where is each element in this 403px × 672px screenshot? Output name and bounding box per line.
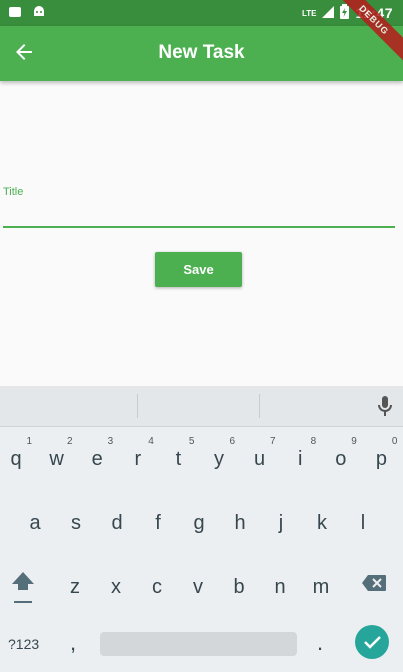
space-bar[interactable] xyxy=(100,632,297,656)
key-label: c xyxy=(152,576,162,598)
microphone-icon[interactable] xyxy=(376,395,394,417)
key-label: t xyxy=(175,448,182,470)
battery-icon xyxy=(340,4,350,22)
key-label: v xyxy=(193,576,203,598)
key-label: e xyxy=(91,448,103,470)
suggestion-divider xyxy=(137,394,138,418)
key-s[interactable]: s xyxy=(56,494,96,542)
key-label: u xyxy=(254,448,266,470)
key-f[interactable]: f xyxy=(138,494,178,542)
key-hint-number: 3 xyxy=(107,436,114,447)
key-hint-number: 8 xyxy=(310,436,317,447)
shift-key-icon[interactable] xyxy=(10,570,36,606)
soft-keyboard: 1q2w3e4r5t6y7u8i9o0p asdfghjkl zxcvbnm ?… xyxy=(0,386,403,672)
form-area: Title Save xyxy=(0,81,403,386)
key-hint-number: 6 xyxy=(229,436,235,447)
key-label: i xyxy=(297,448,303,470)
key-label: h xyxy=(234,512,246,534)
key-label: j xyxy=(278,512,284,534)
status-bar: LTE 11:47 xyxy=(0,0,403,26)
key-hint-number: 9 xyxy=(351,436,357,447)
key-label: y xyxy=(214,448,224,470)
key-w[interactable]: 2w xyxy=(37,430,77,478)
key-hint-number: 7 xyxy=(270,436,276,447)
key-k[interactable]: k xyxy=(302,494,342,542)
notification-app-icon xyxy=(8,5,22,19)
key-z[interactable]: z xyxy=(55,558,95,606)
key-label: r xyxy=(134,448,142,470)
key-hint-number: 5 xyxy=(188,436,195,447)
key-label: o xyxy=(335,448,347,470)
checkmark-icon xyxy=(364,636,381,649)
key-label: g xyxy=(193,512,205,534)
key-v[interactable]: v xyxy=(178,558,218,606)
key-j[interactable]: j xyxy=(261,494,301,542)
key-p[interactable]: 0p xyxy=(361,430,401,478)
signal-icon xyxy=(322,5,335,21)
suggestion-divider xyxy=(259,394,260,418)
key-hint-number: 2 xyxy=(67,436,73,447)
key-label: x xyxy=(111,576,121,598)
android-icon xyxy=(32,5,46,19)
status-time: 11:47 xyxy=(355,5,393,21)
key-hint-number: 0 xyxy=(391,436,398,447)
key-x[interactable]: x xyxy=(96,558,136,606)
key-y[interactable]: 6y xyxy=(199,430,239,478)
key-label: f xyxy=(155,512,161,534)
key-q[interactable]: 1q xyxy=(0,430,36,478)
key-l[interactable]: l xyxy=(343,494,383,542)
key-hint-number: 4 xyxy=(148,436,154,447)
key-label: b xyxy=(233,576,245,598)
title-field[interactable]: Title xyxy=(3,186,395,228)
key-label: d xyxy=(111,512,123,534)
key-label: k xyxy=(317,512,327,534)
enter-key[interactable] xyxy=(355,625,389,659)
key-a[interactable]: a xyxy=(15,494,55,542)
key-d[interactable]: d xyxy=(97,494,137,542)
title-field-label: Title xyxy=(3,186,24,198)
page-title: New Task xyxy=(158,42,245,63)
key-t[interactable]: 5t xyxy=(158,430,198,478)
key-n[interactable]: n xyxy=(260,558,300,606)
key-label: a xyxy=(29,512,41,534)
key-e[interactable]: 3e xyxy=(77,430,117,478)
key-c[interactable]: c xyxy=(137,558,177,606)
key-label: n xyxy=(274,576,286,598)
key-label: p xyxy=(375,448,387,470)
key-hint-number: 1 xyxy=(26,436,32,447)
key-label: q xyxy=(10,448,22,470)
period-key[interactable]: . xyxy=(317,630,323,656)
key-label: z xyxy=(70,576,80,598)
suggestion-strip xyxy=(0,386,403,427)
key-u[interactable]: 7u xyxy=(240,430,280,478)
save-button[interactable]: Save xyxy=(155,252,242,287)
key-r[interactable]: 4r xyxy=(118,430,158,478)
key-m[interactable]: m xyxy=(301,558,341,606)
network-type-label: LTE xyxy=(301,8,317,18)
key-label: w xyxy=(49,448,64,470)
key-o[interactable]: 9o xyxy=(321,430,361,478)
symbols-key[interactable]: ?123 xyxy=(8,636,39,652)
key-g[interactable]: g xyxy=(179,494,219,542)
title-input[interactable] xyxy=(3,204,395,228)
app-bar: New Task xyxy=(0,26,403,81)
key-label: l xyxy=(360,512,366,534)
key-label: s xyxy=(71,512,81,534)
backspace-key-icon[interactable] xyxy=(361,574,387,592)
key-i[interactable]: 8i xyxy=(280,430,320,478)
comma-key[interactable]: , xyxy=(70,630,76,656)
key-label: m xyxy=(312,576,330,598)
key-b[interactable]: b xyxy=(219,558,259,606)
key-h[interactable]: h xyxy=(220,494,260,542)
